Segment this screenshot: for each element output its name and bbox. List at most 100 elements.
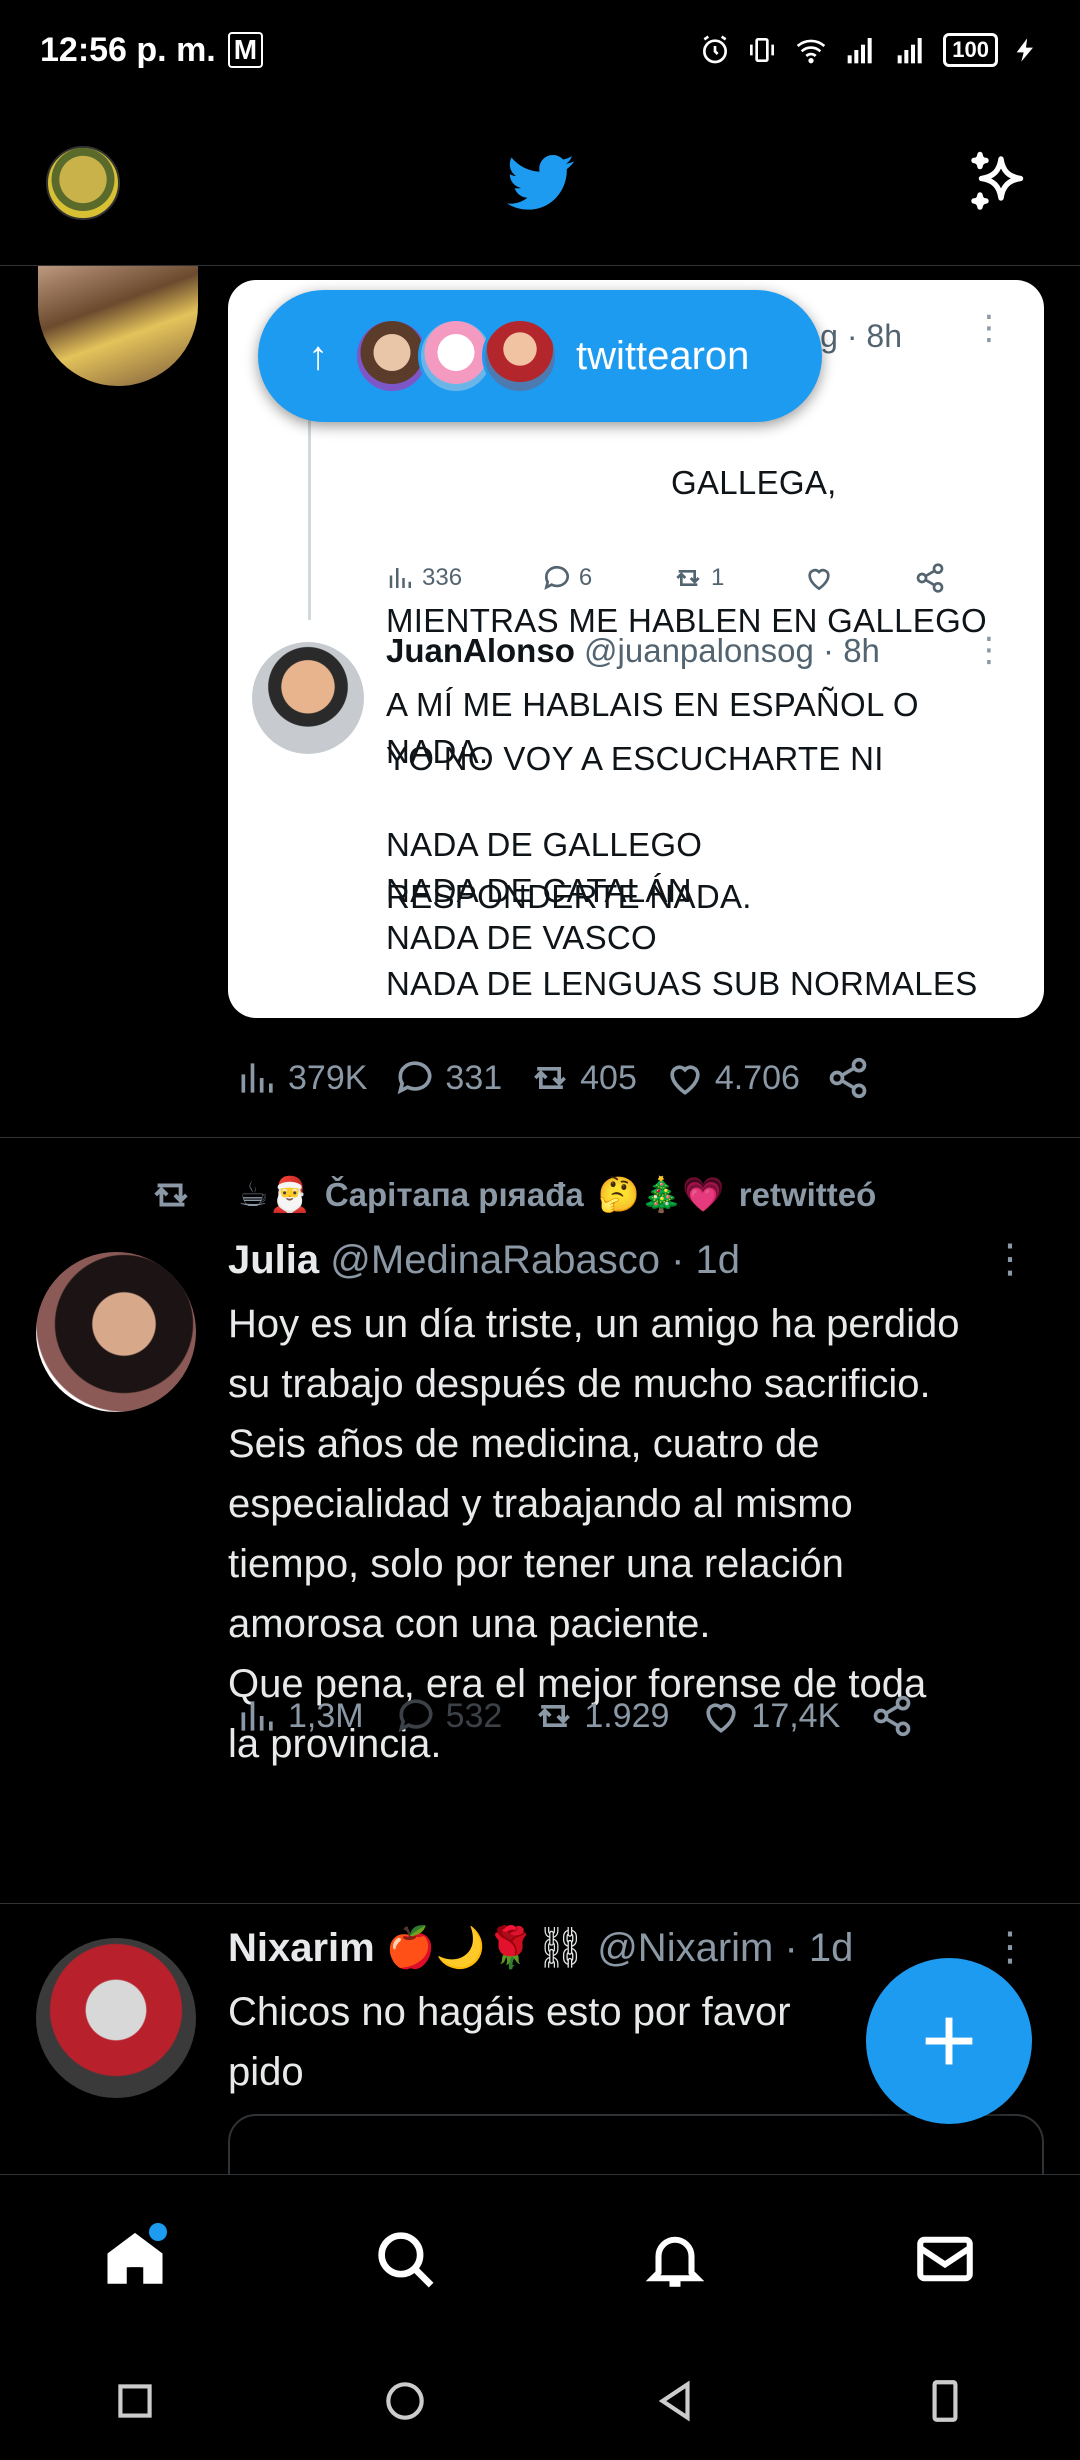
reply-count: 6 xyxy=(578,564,593,591)
views-icon xyxy=(241,1063,273,1093)
tweet-header: Julia @MedinaRabasco · 1d xyxy=(228,1238,740,1283)
share-button[interactable] xyxy=(914,562,946,594)
share-icon xyxy=(873,1695,911,1737)
views-button[interactable]: 336 xyxy=(386,563,462,593)
retweet-count: 1 xyxy=(711,564,725,591)
signal-icon xyxy=(847,38,872,64)
notifications-icon xyxy=(645,2236,705,2287)
quoted-user-header: JuanAlonso @juanpalonsog · 8h xyxy=(386,632,880,670)
share-button[interactable] xyxy=(826,1056,870,1100)
retweet-button[interactable]: 1 xyxy=(671,562,724,594)
bottom-nav xyxy=(0,2174,1080,2342)
retweet-icon xyxy=(534,1067,567,1089)
views-button[interactable]: 379K xyxy=(236,1056,367,1100)
system-nav-bar xyxy=(0,2342,1080,2460)
share-icon xyxy=(916,563,944,593)
user-name-emoji: 🍎🌙🌹⛓ xyxy=(385,1926,587,1970)
views-icon xyxy=(241,1701,273,1731)
views-button[interactable]: 1,3M xyxy=(236,1694,364,1738)
retweeter-name: Čapiтaпa pıяađa xyxy=(324,1176,584,1213)
rotate-icon[interactable] xyxy=(920,2376,970,2426)
nav-home[interactable] xyxy=(95,2219,175,2299)
like-count: 17,4K xyxy=(751,1696,841,1735)
retweet-button[interactable]: 1.929 xyxy=(532,1694,669,1738)
quoted-tweet-actions: 336 6 1 xyxy=(386,562,946,594)
retweet-count: 1.929 xyxy=(584,1696,670,1735)
back-icon[interactable] xyxy=(650,2376,700,2426)
views-icon xyxy=(389,568,411,588)
share-icon xyxy=(829,1057,867,1099)
tweet-actions: 379K 331 405 4.706 xyxy=(236,1056,956,1100)
quoted-tweet-text: A MÍ ME HABLAIS EN ESPAÑOL O NADA. NADA … xyxy=(386,686,978,1002)
more-icon[interactable]: ⋮ xyxy=(990,1924,1030,1970)
tweet[interactable]: ☕🎅 Čapiтaпa pıяađa 🤔🎄💗 retwitteó Julia @… xyxy=(0,1138,1080,1904)
reply-button[interactable]: 532 xyxy=(394,1694,503,1738)
retweet-button[interactable]: 405 xyxy=(528,1056,637,1100)
mail-notification-icon: M xyxy=(227,32,264,68)
retweeter-emoji: ☕🎅 xyxy=(238,1176,311,1214)
recents-icon[interactable] xyxy=(110,2376,160,2426)
quoted-tweet-meta: g · 8h xyxy=(820,318,902,354)
reply-button[interactable]: 6 xyxy=(541,562,592,594)
tweet-text: Chicos no hagáis esto por favor pido xyxy=(228,1990,791,2094)
compose-button[interactable]: + xyxy=(866,1958,1032,2124)
alarm-icon xyxy=(703,35,728,64)
retweet-icon xyxy=(676,570,700,586)
nav-search[interactable] xyxy=(365,2219,445,2299)
retweet-count: 405 xyxy=(580,1058,637,1097)
notification-dot xyxy=(149,2222,167,2241)
top-header xyxy=(0,100,1080,266)
reply-button[interactable]: 331 xyxy=(393,1056,502,1100)
new-tweets-pill[interactable]: ↑ twittearon xyxy=(258,290,822,422)
tweet-avatar[interactable] xyxy=(36,1938,196,2098)
retweeted-label: retwitteó xyxy=(738,1176,877,1213)
views-count: 379K xyxy=(288,1058,368,1097)
signal-icon xyxy=(897,38,922,64)
timeline-feed[interactable]: g · 8h ⋮ GALLEGA, MIENTRAS ME HABLEN EN … xyxy=(0,266,1080,2174)
nav-notifications[interactable] xyxy=(635,2219,715,2299)
user-name[interactable]: Julia xyxy=(228,1238,319,1282)
like-button[interactable]: 4.706 xyxy=(663,1056,800,1100)
more-icon[interactable]: ⋮ xyxy=(972,308,1006,348)
pill-label: twittearon xyxy=(576,333,750,378)
like-button[interactable]: 17,4K xyxy=(699,1694,840,1738)
messages-icon xyxy=(917,2236,973,2281)
quoted-user-avatar[interactable] xyxy=(252,642,364,754)
quoted-user-handle: @juanpalonsog · 8h xyxy=(584,632,880,669)
reply-icon xyxy=(397,1061,432,1095)
more-icon[interactable]: ⋮ xyxy=(972,630,1006,670)
quoted-user-name[interactable]: JuanAlonso xyxy=(386,632,575,669)
reply-icon xyxy=(398,1699,433,1733)
tweet-avatar[interactable] xyxy=(38,266,198,386)
like-button[interactable] xyxy=(803,562,835,594)
battery-icon: 100 xyxy=(943,33,998,67)
more-icon[interactable]: ⋮ xyxy=(990,1236,1030,1282)
embedded-card[interactable] xyxy=(228,2114,1044,2174)
retweeted-by[interactable]: ☕🎅 Čapiтaпa pıяađa 🤔🎄💗 retwitteó xyxy=(148,1172,876,1218)
reply-count: 532 xyxy=(445,1696,503,1735)
share-button[interactable] xyxy=(870,1694,914,1738)
like-count: 4.706 xyxy=(714,1058,800,1097)
user-handle: @Nixarim · 1d xyxy=(597,1926,854,1970)
retweet-icon xyxy=(154,1183,188,1207)
views-count: 1,3M xyxy=(288,1696,364,1735)
search-icon xyxy=(378,2231,434,2287)
heart-icon xyxy=(670,1065,700,1095)
nav-messages[interactable] xyxy=(905,2219,985,2299)
reply-count: 331 xyxy=(445,1058,503,1097)
twitter-bird-icon[interactable] xyxy=(507,154,575,212)
status-bar: 12:56 p. m. M 100 xyxy=(0,0,1080,100)
sparkle-icon[interactable] xyxy=(962,147,1034,219)
heart-icon xyxy=(808,568,830,591)
user-name[interactable]: Nixarim xyxy=(228,1926,375,1970)
user-handle: @MedinaRabasco · 1d xyxy=(330,1238,740,1282)
home-circle-icon[interactable] xyxy=(380,2376,430,2426)
profile-avatar[interactable] xyxy=(46,145,120,220)
tweet-avatar[interactable] xyxy=(36,1252,196,1412)
pill-avatars xyxy=(354,318,558,394)
heart-icon xyxy=(706,1703,737,1733)
wifi-icon xyxy=(797,39,826,64)
tweet-header: Nixarim 🍎🌙🌹⛓ @Nixarim · 1d xyxy=(228,1924,853,1971)
retweet-icon xyxy=(538,1705,571,1727)
clock: 12:56 p. m. xyxy=(40,30,216,69)
